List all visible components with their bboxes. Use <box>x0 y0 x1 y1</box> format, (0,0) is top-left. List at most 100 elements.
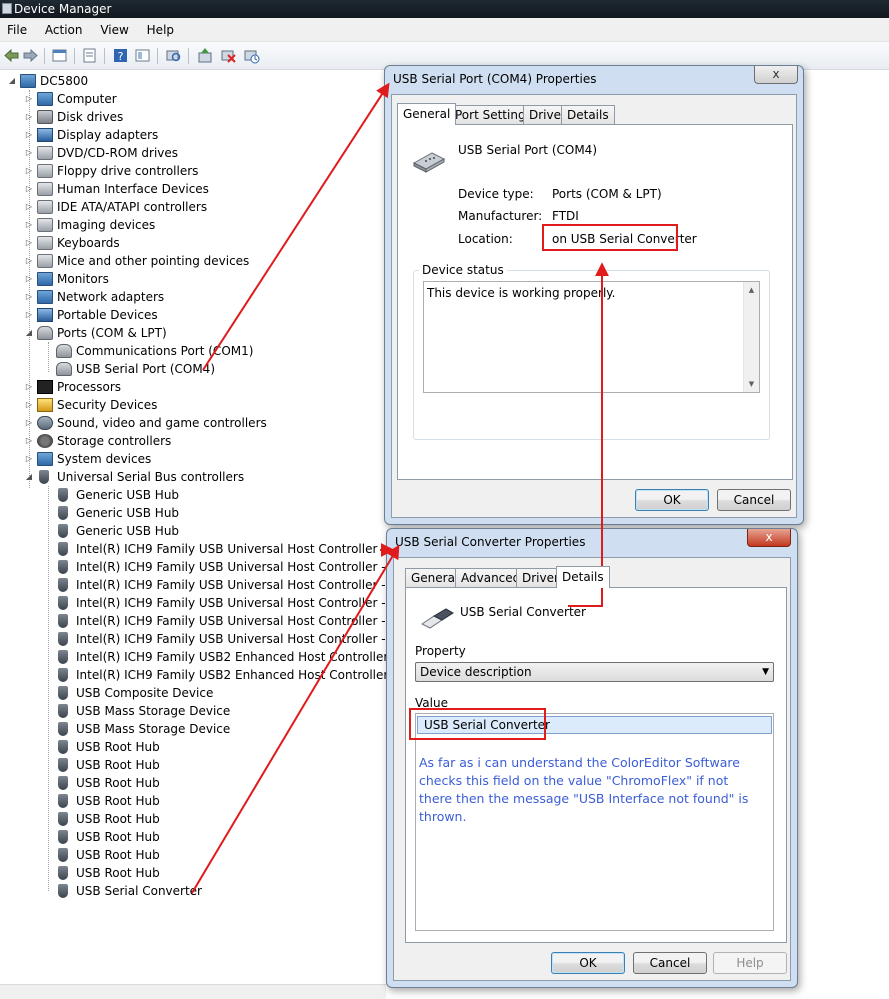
scroll-down-icon[interactable]: ▼ <box>744 376 759 392</box>
usb-icon <box>58 650 68 664</box>
usb-icon <box>58 542 68 556</box>
menu-action[interactable]: Action <box>38 18 90 42</box>
cancel-button[interactable]: Cancel <box>633 952 707 974</box>
usb-icon <box>58 830 68 844</box>
value-list[interactable]: USB Serial Converter As far as i can und… <box>415 713 774 931</box>
hid-icon <box>37 182 53 196</box>
expand-icon[interactable]: ▷ <box>24 378 34 396</box>
expand-icon[interactable]: ▷ <box>24 162 34 180</box>
location-highlight <box>542 224 678 251</box>
usb-icon <box>58 704 68 718</box>
expand-icon[interactable]: ▷ <box>24 306 34 324</box>
processor-icon <box>37 380 53 394</box>
computer-icon <box>37 92 53 106</box>
manufacturer-label: Manufacturer: <box>458 209 543 223</box>
update-driver-icon[interactable] <box>197 47 214 64</box>
dialog-body: General Advanced Driver Details USB Seri… <box>393 557 791 981</box>
window-title: Device Manager <box>14 2 112 16</box>
usb-icon <box>58 524 68 538</box>
usb-icon <box>58 776 68 790</box>
device-name: USB Serial Converter <box>460 605 586 619</box>
expand-icon[interactable]: ▷ <box>24 126 34 144</box>
uninstall-icon[interactable] <box>220 47 237 64</box>
camera-icon <box>37 218 53 232</box>
property-selected-value: Device description <box>420 665 532 679</box>
ide-controller-icon <box>37 200 53 214</box>
expand-icon[interactable]: ▷ <box>24 144 34 162</box>
expand-icon[interactable]: ▷ <box>24 450 34 468</box>
usb-icon <box>58 722 68 736</box>
collapse-icon[interactable]: ◢ <box>7 72 17 90</box>
usb-icon <box>58 866 68 880</box>
menu-view[interactable]: View <box>93 18 135 42</box>
tab-page-general: USB Serial Port (COM4) Device type: Port… <box>397 124 793 480</box>
annotation-note: As far as i can understand the ColorEdit… <box>419 755 749 824</box>
tab-details[interactable]: Details <box>556 566 610 588</box>
cancel-button[interactable]: Cancel <box>717 489 791 511</box>
expand-icon[interactable]: ▷ <box>24 198 34 216</box>
back-arrow-icon[interactable] <box>3 47 20 64</box>
dvd-drive-icon <box>37 146 53 160</box>
usb-icon <box>58 668 68 682</box>
forward-arrow-icon[interactable] <box>22 47 39 64</box>
horizontal-scrollbar[interactable] <box>0 984 386 999</box>
location-label: Location: <box>458 232 513 246</box>
property-dropdown[interactable]: Device description ▼ <box>415 662 774 682</box>
device-type-label: Device type: <box>458 187 534 201</box>
help-icon[interactable]: ? <box>112 47 129 64</box>
close-icon: x <box>772 67 780 81</box>
expand-icon[interactable]: ▷ <box>24 252 34 270</box>
view-icon[interactable] <box>134 47 151 64</box>
usb-icon <box>58 614 68 628</box>
expand-icon[interactable]: ▷ <box>24 432 34 450</box>
expand-icon[interactable]: ▷ <box>24 414 34 432</box>
device-status-textbox[interactable]: This device is working properly. ▲ ▼ <box>423 281 760 393</box>
close-button[interactable]: x <box>754 66 798 84</box>
storage-controller-icon <box>37 434 53 448</box>
usb-icon <box>39 470 49 484</box>
scroll-up-icon[interactable]: ▲ <box>744 282 759 298</box>
expand-icon[interactable]: ▷ <box>24 270 34 288</box>
expand-icon[interactable]: ▷ <box>24 396 34 414</box>
menu-help[interactable]: Help <box>140 18 181 42</box>
usb-icon <box>58 740 68 754</box>
monitor-icon <box>37 272 53 286</box>
port-icon <box>56 344 72 358</box>
serial-port-icon <box>412 152 446 173</box>
expand-icon[interactable]: ▷ <box>24 216 34 234</box>
title-bar: Device Manager <box>0 0 889 18</box>
help-button[interactable]: Help <box>713 952 787 974</box>
device-type-value: Ports (COM & LPT) <box>552 187 662 201</box>
dialog-title: USB Serial Port (COM4) Properties <box>393 72 597 86</box>
expand-icon[interactable]: ▷ <box>24 108 34 126</box>
display-adapter-icon <box>37 128 53 142</box>
manufacturer-value: FTDI <box>552 209 579 223</box>
floppy-controller-icon <box>37 164 53 178</box>
device-tree: ◢ DC5800 ▷ Computer ▷ Disk drives ▷ Display… <box>7 72 432 898</box>
vertical-scrollbar[interactable]: ▲ ▼ <box>743 282 759 392</box>
menu-file[interactable]: File <box>0 18 34 42</box>
device-manager-icon <box>2 3 12 14</box>
properties-icon[interactable] <box>81 47 98 64</box>
collapse-icon[interactable]: ◢ <box>24 324 34 342</box>
expand-icon[interactable]: ▷ <box>24 90 34 108</box>
expand-icon[interactable]: ▷ <box>24 234 34 252</box>
keyboard-icon <box>37 236 53 250</box>
device-status-text: This device is working properly. <box>427 286 616 300</box>
expand-icon[interactable]: ▷ <box>24 288 34 306</box>
chevron-down-icon: ▼ <box>762 667 769 677</box>
collapse-icon[interactable]: ◢ <box>24 468 34 486</box>
ok-button[interactable]: OK <box>551 952 625 974</box>
tab-general[interactable]: General <box>397 103 457 125</box>
tab-details[interactable]: Details <box>561 105 615 124</box>
usb-serial-converter-properties-dialog: USB Serial Converter Properties x Genera… <box>386 528 798 988</box>
mouse-icon <box>37 254 53 268</box>
expand-icon[interactable]: ▷ <box>24 180 34 198</box>
ok-button[interactable]: OK <box>635 489 709 511</box>
usb-icon <box>58 794 68 808</box>
scan-hardware-icon[interactable] <box>165 47 182 64</box>
disable-device-icon[interactable] <box>243 47 260 64</box>
system-device-icon <box>37 452 53 466</box>
close-button[interactable]: x <box>747 529 791 547</box>
show-hide-tree-icon[interactable] <box>51 47 68 64</box>
